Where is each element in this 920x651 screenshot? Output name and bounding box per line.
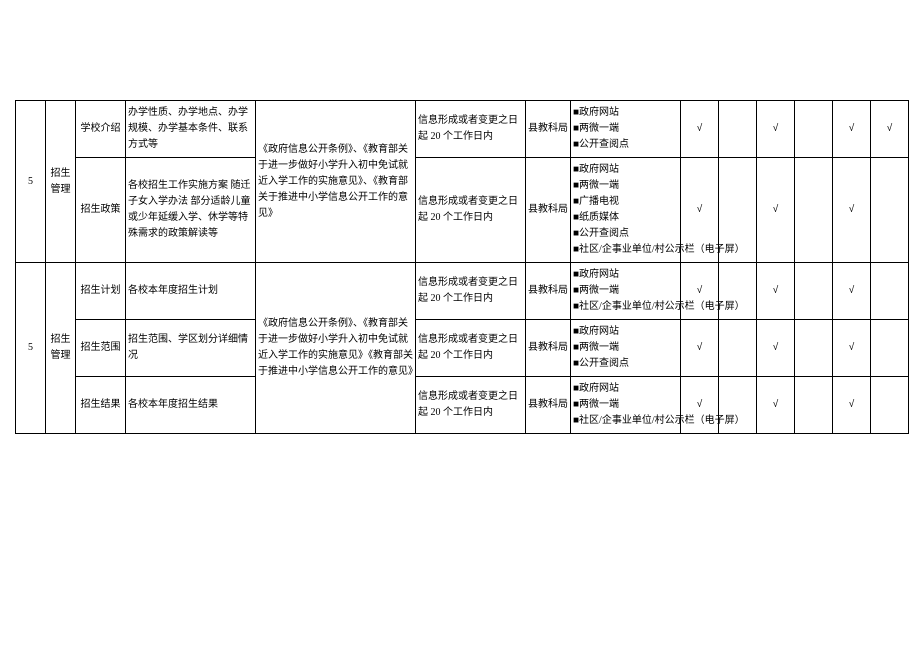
cat-cell: 招生管理: [46, 263, 76, 434]
time-cell: 信息形成或者变更之日起 20 个工作日内: [416, 158, 526, 263]
dept-cell: 县教科局: [526, 377, 571, 434]
channel-item: ■纸质媒体: [573, 210, 678, 226]
check-cell: √: [757, 377, 795, 434]
basis-cell: 《政府信息公开条例》、《教育部关于进一步做好小学升入初中免试就近入学工作的实施意…: [256, 101, 416, 263]
table-row: 5 招生管理 学校介绍 办学性质、办学地点、办学规模、办学基本条件、联系方式等 …: [16, 101, 909, 158]
channels-cell: ■政府网站■两微一端■公开查阅点: [571, 320, 681, 377]
check-cell: [719, 101, 757, 158]
check-cell: [795, 377, 833, 434]
time-cell: 信息形成或者变更之日起 20 个工作日内: [416, 320, 526, 377]
check-cell: √: [757, 263, 795, 320]
channel-item: ■两微一端: [573, 178, 678, 194]
sub-cell: 招生范围: [76, 320, 126, 377]
check-cell: [795, 263, 833, 320]
content-cell: 各校本年度招生计划: [126, 263, 256, 320]
time-cell: 信息形成或者变更之日起 20 个工作日内: [416, 101, 526, 158]
check-cell: √: [681, 320, 719, 377]
channel-item: ■社区/企事业单位/村公示栏（电子屏）: [573, 299, 678, 315]
channel-item: ■广播电视: [573, 194, 678, 210]
channel-item: ■两微一端: [573, 397, 678, 413]
check-cell: √: [833, 320, 871, 377]
channel-item: ■公开查阅点: [573, 356, 678, 372]
check-cell: [871, 158, 909, 263]
channel-item: ■两微一端: [573, 121, 678, 137]
check-cell: [871, 263, 909, 320]
content-cell: 招生范围、学区划分详细情况: [126, 320, 256, 377]
channel-item: ■两微一端: [573, 340, 678, 356]
check-cell: √: [757, 158, 795, 263]
time-cell: 信息形成或者变更之日起 20 个工作日内: [416, 377, 526, 434]
content-cell: 各校本年度招生结果: [126, 377, 256, 434]
channels-cell: ■政府网站■两微一端■社区/企事业单位/村公示栏（电子屏）: [571, 377, 681, 434]
check-cell: √: [833, 101, 871, 158]
table-row: 招生范围 招生范围、学区划分详细情况 信息形成或者变更之日起 20 个工作日内 …: [16, 320, 909, 377]
seq-cell: 5: [16, 263, 46, 434]
cat-cell: 招生管理: [46, 101, 76, 263]
channel-item: ■公开查阅点: [573, 137, 678, 153]
check-cell: √: [681, 101, 719, 158]
channel-item: ■两微一端: [573, 283, 678, 299]
channel-item: ■政府网站: [573, 267, 678, 283]
channels-cell: ■政府网站■两微一端■社区/企事业单位/村公示栏（电子屏）: [571, 263, 681, 320]
channel-item: ■公开查阅点: [573, 226, 678, 242]
sub-cell: 招生政策: [76, 158, 126, 263]
channel-item: ■社区/企事业单位/村公示栏（电子屏）: [573, 242, 678, 258]
check-cell: [795, 158, 833, 263]
table-row: 招生政策 各校招生工作实施方案 随迁子女入学办法 部分适龄儿童或少年延缓入学、休…: [16, 158, 909, 263]
time-cell: 信息形成或者变更之日起 20 个工作日内: [416, 263, 526, 320]
channels-cell: ■政府网站■两微一端■广播电视■纸质媒体■公开查阅点■社区/企事业单位/村公示栏…: [571, 158, 681, 263]
channel-item: ■政府网站: [573, 105, 678, 121]
check-cell: √: [757, 101, 795, 158]
basis-cell: 《政府信息公开条例》、《教育部关于进一步做好小学升入初中免试就近入学工作的实施意…: [256, 263, 416, 434]
content-cell: 办学性质、办学地点、办学规模、办学基本条件、联系方式等: [126, 101, 256, 158]
sub-cell: 招生结果: [76, 377, 126, 434]
check-cell: [795, 320, 833, 377]
content-cell: 各校招生工作实施方案 随迁子女入学办法 部分适龄儿童或少年延缓入学、休学等特殊需…: [126, 158, 256, 263]
dept-cell: 县教科局: [526, 263, 571, 320]
channel-item: ■政府网站: [573, 381, 678, 397]
check-cell: [719, 320, 757, 377]
dept-cell: 县教科局: [526, 320, 571, 377]
channels-cell: ■政府网站■两微一端■公开查阅点: [571, 101, 681, 158]
dept-cell: 县教科局: [526, 158, 571, 263]
check-cell: √: [833, 377, 871, 434]
check-cell: [795, 101, 833, 158]
sub-cell: 学校介绍: [76, 101, 126, 158]
table-row: 招生结果 各校本年度招生结果 信息形成或者变更之日起 20 个工作日内 县教科局…: [16, 377, 909, 434]
dept-cell: 县教科局: [526, 101, 571, 158]
sub-cell: 招生计划: [76, 263, 126, 320]
seq-cell: 5: [16, 101, 46, 263]
table-row: 5 招生管理 招生计划 各校本年度招生计划 《政府信息公开条例》、《教育部关于进…: [16, 263, 909, 320]
check-cell: √: [833, 158, 871, 263]
check-cell: √: [833, 263, 871, 320]
policy-table: 5 招生管理 学校介绍 办学性质、办学地点、办学规模、办学基本条件、联系方式等 …: [15, 100, 909, 434]
check-cell: [871, 377, 909, 434]
check-cell: [871, 320, 909, 377]
channel-item: ■政府网站: [573, 324, 678, 340]
check-cell: √: [871, 101, 909, 158]
channel-item: ■社区/企事业单位/村公示栏（电子屏）: [573, 413, 678, 429]
channel-item: ■政府网站: [573, 162, 678, 178]
check-cell: √: [757, 320, 795, 377]
